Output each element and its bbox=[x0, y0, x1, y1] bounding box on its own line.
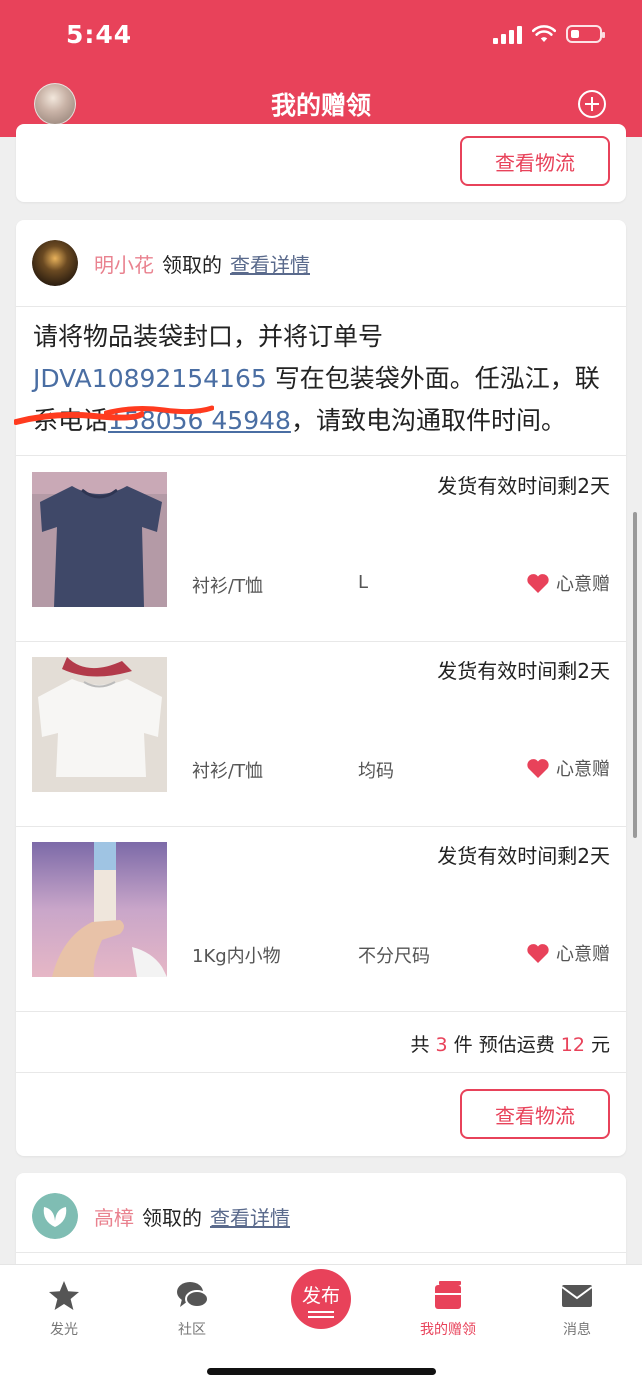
view-logistics-button[interactable]: 查看物流 bbox=[460, 1089, 610, 1139]
item-category: 衬衫/T恤 bbox=[192, 576, 264, 597]
item-size: 均码 bbox=[358, 761, 394, 782]
gift-item[interactable]: 发货有效时间剩2天 衬衫/T恤 L 心意赠 bbox=[16, 456, 626, 641]
user-avatar[interactable] bbox=[32, 240, 78, 286]
item-photo-concealer bbox=[32, 842, 167, 977]
view-logistics-button[interactable]: 查看物流 bbox=[460, 136, 610, 186]
envelope-icon bbox=[561, 1285, 593, 1307]
gift-tag: 心意赠 bbox=[526, 940, 610, 966]
publish-label: 发布 bbox=[301, 1284, 340, 1307]
item-photo-tshirt-navy bbox=[32, 472, 167, 607]
item-category: 衬衫/T恤 bbox=[192, 761, 264, 782]
heart-icon bbox=[527, 944, 549, 963]
chat-bubbles-icon bbox=[177, 1282, 209, 1308]
claimed-label: 领取的 bbox=[162, 252, 222, 277]
claim-card: 明小花 领取的 查看详情 请将物品装袋封口，并将订单号 JDVA108921541… bbox=[14, 220, 626, 1156]
instruction-text: 请将物品装袋封口，并将订单号 bbox=[33, 322, 384, 351]
summary-suffix: 元 bbox=[590, 1034, 610, 1056]
shipping-deadline: 发货有效时间剩2天 bbox=[437, 659, 610, 683]
tab-label: 发光 bbox=[50, 1322, 78, 1338]
tab-label: 社区 bbox=[178, 1322, 206, 1338]
claimed-label: 领取的 bbox=[142, 1205, 202, 1230]
scrollbar[interactable] bbox=[633, 512, 637, 838]
heart-icon bbox=[527, 759, 549, 778]
item-photo-tshirt-white bbox=[32, 657, 167, 792]
summary-prefix: 共 bbox=[410, 1034, 430, 1056]
item-size: 不分尺码 bbox=[358, 946, 430, 967]
tab-glow[interactable]: 发光 bbox=[0, 1265, 128, 1345]
divider bbox=[16, 1252, 626, 1253]
claimer-name[interactable]: 高樟 bbox=[94, 1202, 134, 1231]
shipping-deadline: 发货有效时间剩2天 bbox=[437, 844, 610, 868]
claimer-name[interactable]: 明小花 bbox=[94, 249, 154, 278]
item-category: 1Kg内小物 bbox=[192, 946, 281, 967]
gift-tag-label: 心意赠 bbox=[556, 759, 610, 780]
claimer-row: 明小花 领取的 查看详情 bbox=[16, 220, 626, 306]
gift-item[interactable]: 发货有效时间剩2天 1Kg内小物 不分尺码 心意赠 bbox=[16, 826, 626, 1011]
heart-icon bbox=[527, 574, 549, 593]
tab-my-claims[interactable]: 我的赠领 bbox=[384, 1265, 512, 1345]
item-size: L bbox=[358, 572, 369, 593]
tab-messages[interactable]: 消息 bbox=[513, 1265, 641, 1345]
instruction-text: ，请致电沟通取件时间。 bbox=[290, 406, 566, 435]
cellular-signal-icon bbox=[493, 24, 522, 44]
claimer-row: 高樟 领取的 查看详情 bbox=[16, 1173, 626, 1259]
divider bbox=[16, 306, 626, 307]
tab-label: 我的赠领 bbox=[420, 1322, 476, 1338]
app-header: 5:44 我的赠领 bbox=[0, 0, 642, 137]
tab-label: 消息 bbox=[563, 1322, 591, 1338]
gift-tag-label: 心意赠 bbox=[556, 574, 610, 595]
wifi-icon bbox=[532, 25, 556, 42]
item-count: 3 bbox=[435, 1034, 448, 1056]
gift-item[interactable]: 发货有效时间剩2天 衬衫/T恤 均码 心意赠 bbox=[16, 641, 626, 826]
status-icons bbox=[493, 24, 605, 44]
user-avatar[interactable] bbox=[32, 1193, 78, 1239]
battery-icon bbox=[566, 25, 605, 43]
home-indicator[interactable] bbox=[207, 1368, 436, 1375]
divider bbox=[16, 1072, 626, 1073]
add-icon[interactable] bbox=[578, 90, 606, 118]
order-number: JDVA10892154165 bbox=[33, 364, 267, 393]
redaction-scribble bbox=[14, 411, 144, 425]
page-title: 我的赠领 bbox=[270, 91, 371, 120]
summary-middle: 件 预估运费 bbox=[453, 1034, 555, 1056]
claim-card-previous: 查看物流 bbox=[16, 124, 626, 202]
view-details-link[interactable]: 查看详情 bbox=[210, 1202, 290, 1231]
gift-tag-label: 心意赠 bbox=[556, 944, 610, 965]
shipping-fee: 12 bbox=[560, 1034, 585, 1056]
gift-tag: 心意赠 bbox=[526, 570, 610, 596]
gift-box-icon bbox=[435, 1281, 461, 1309]
gift-tag: 心意赠 bbox=[526, 755, 610, 781]
status-time: 5:44 bbox=[66, 20, 133, 49]
tab-community[interactable]: 社区 bbox=[128, 1265, 256, 1345]
star-icon bbox=[49, 1281, 79, 1310]
view-details-link[interactable]: 查看详情 bbox=[230, 249, 310, 278]
divider bbox=[16, 1011, 626, 1012]
shipping-deadline: 发货有效时间剩2天 bbox=[437, 474, 610, 498]
order-summary: 共 3 件 预估运费 12 元 bbox=[410, 1030, 610, 1057]
publish-button[interactable]: 发布 bbox=[291, 1269, 351, 1329]
